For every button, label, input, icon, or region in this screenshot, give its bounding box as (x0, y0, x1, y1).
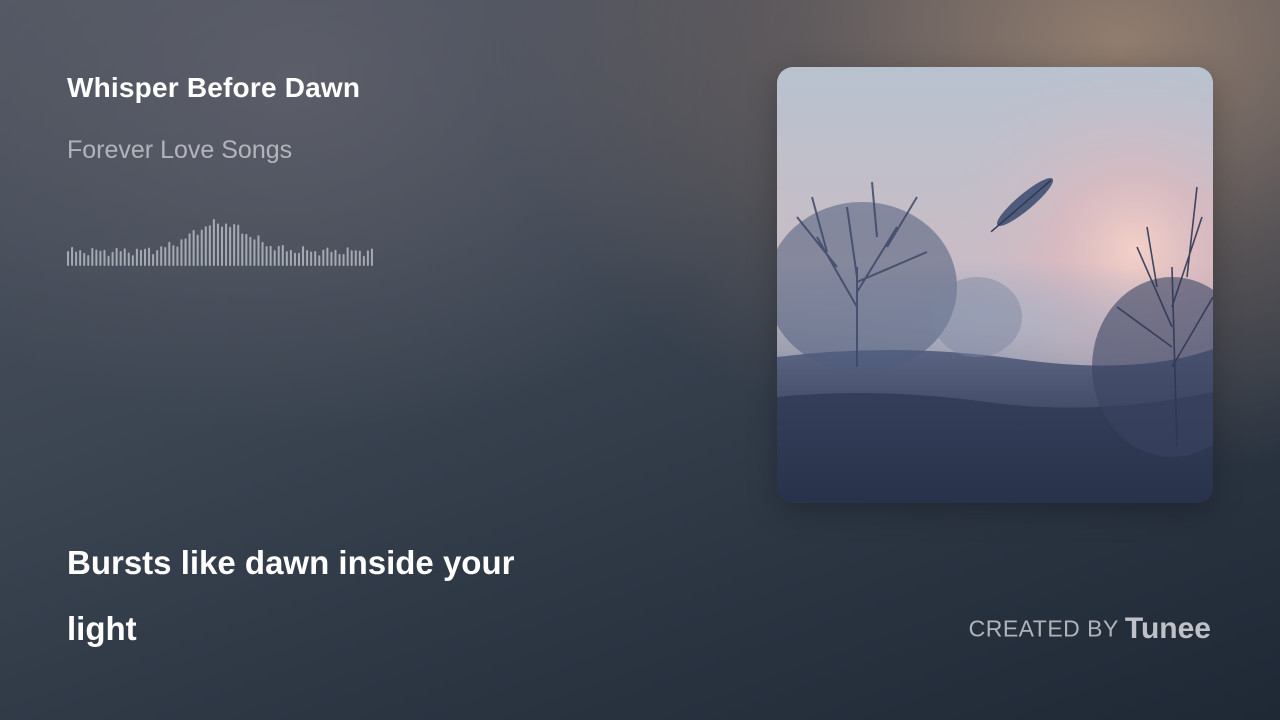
waveform-bar (152, 253, 155, 266)
waveform-bar (172, 245, 175, 266)
waveform-bar (123, 248, 126, 266)
waveform-bar (350, 250, 353, 266)
waveform-bar (83, 252, 86, 266)
waveform-bar (127, 252, 130, 266)
waveform-bar (285, 251, 288, 266)
credit-prefix: CREATED BY (968, 615, 1119, 642)
waveform-bar (322, 249, 325, 266)
waveform-bar (314, 250, 317, 266)
waveform-bar (346, 247, 349, 266)
waveform-bar (91, 247, 94, 266)
waveform-bar (237, 224, 240, 266)
waveform-bar (180, 239, 183, 266)
waveform-bar (115, 247, 118, 266)
waveform-bar (281, 244, 284, 266)
waveform-bar (216, 223, 219, 266)
waveform-bar (265, 246, 268, 266)
waveform-bar (302, 246, 305, 266)
waveform-bar (87, 254, 90, 266)
waveform-bar (160, 246, 163, 266)
waveform-bar (139, 249, 142, 266)
waveform-bar (273, 250, 276, 266)
waveform-bar (233, 224, 236, 266)
waveform-bar (67, 251, 69, 266)
waveform-bar (135, 248, 138, 266)
waveform-bar (306, 250, 309, 266)
waveform-bar (131, 255, 134, 266)
waveform-bar (200, 229, 203, 266)
waveform-bar (249, 236, 252, 266)
album-cover-art (777, 67, 1213, 503)
waveform-bar (277, 245, 280, 266)
waveform-bar (188, 233, 191, 266)
artist-name: Forever Love Songs (67, 136, 293, 164)
track-title: Whisper Before Dawn (67, 72, 361, 103)
waveform-bar (298, 252, 300, 266)
waveform-bar (354, 250, 357, 266)
waveform-bar (358, 250, 361, 266)
waveform-bar (71, 246, 74, 266)
lyrics-display: Bursts like dawn inside your light (67, 530, 627, 662)
waveform-bar (261, 241, 264, 266)
lyric-line: Bursts like dawn inside your (67, 544, 515, 581)
waveform-bar (257, 235, 260, 266)
waveform-bar (245, 233, 248, 266)
waveform-bar (212, 219, 215, 266)
waveform-bar (99, 250, 102, 266)
waveform-bar (184, 238, 187, 266)
lyric-line: light (67, 610, 137, 647)
waveform-bar (330, 251, 333, 266)
waveform-bar (144, 248, 146, 266)
waveform-bar (164, 246, 167, 266)
waveform-bar (366, 250, 369, 266)
waveform-bar (103, 249, 106, 266)
waveform-bar (176, 246, 179, 266)
waveform-bar (75, 251, 78, 266)
waveform-bar (241, 233, 244, 266)
waveform-bar (370, 248, 373, 266)
waveform-bar (338, 253, 341, 266)
waveform-bar (196, 234, 199, 266)
waveform-bar (79, 249, 82, 266)
waveform-bar (192, 229, 195, 266)
waveform-bar (362, 255, 365, 266)
waveform-bar (293, 252, 296, 266)
waveform-bar (225, 223, 228, 266)
waveform-bar (253, 239, 256, 266)
waveform-bar (204, 226, 207, 266)
waveform-bar (334, 249, 337, 266)
waveform-bar (111, 251, 114, 266)
waveform-bar (269, 245, 272, 266)
waveform-bar (289, 249, 292, 266)
waveform-bar (107, 255, 110, 266)
waveform-bar (208, 225, 211, 266)
waveform-bar (119, 250, 122, 266)
waveform-bar (326, 247, 329, 266)
waveform-bar (342, 253, 345, 266)
waveform-bar (156, 249, 159, 266)
waveform-bar (95, 249, 98, 266)
waveform-bar (310, 251, 313, 266)
brand-logo: Tunee (1124, 612, 1211, 645)
waveform-bar (221, 226, 223, 266)
creator-credit: CREATED BY Tunee (969, 612, 1211, 646)
waveform-bar (148, 247, 151, 266)
waveform-bar (318, 255, 321, 266)
audio-waveform (67, 219, 373, 266)
waveform-bar (229, 226, 232, 266)
waveform-bar (168, 241, 171, 266)
